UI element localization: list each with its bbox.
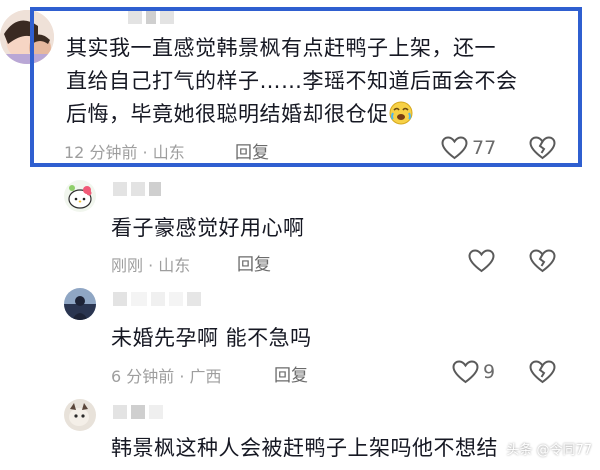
username-redacted bbox=[113, 405, 163, 419]
comment-text: 看子豪感觉好用心啊 bbox=[111, 216, 305, 240]
reply-button[interactable]: 回复 bbox=[237, 250, 271, 275]
comment-meta: 6 分钟前 · 广西 bbox=[111, 367, 222, 386]
avatar-image bbox=[64, 288, 96, 320]
reply-button[interactable]: 回复 bbox=[274, 361, 308, 386]
username-redacted bbox=[113, 182, 161, 196]
like-count: 9 bbox=[483, 361, 496, 383]
highlight-box bbox=[30, 7, 582, 167]
watermark: 头条 @令同77 bbox=[506, 443, 592, 458]
dislike-button[interactable] bbox=[529, 360, 556, 384]
broken-heart-icon bbox=[529, 249, 556, 273]
broken-heart-icon bbox=[529, 360, 556, 384]
comment-text: 未婚先孕啊 能不急吗 bbox=[111, 326, 312, 350]
username-redacted bbox=[113, 292, 201, 306]
avatar[interactable] bbox=[64, 288, 96, 320]
like-button[interactable] bbox=[468, 249, 495, 273]
avatar-image bbox=[64, 399, 96, 431]
avatar[interactable] bbox=[64, 399, 96, 431]
like-button[interactable]: 9 bbox=[452, 360, 495, 384]
comment-list: 其实我一直感觉韩景枫有点赶鸭子上架，还一 直给自己打气的样子……李瑶不知道后面会… bbox=[0, 0, 600, 470]
avatar[interactable] bbox=[64, 180, 96, 212]
dislike-button[interactable] bbox=[529, 249, 556, 273]
comment-meta: 刚刚 · 山东 bbox=[111, 256, 191, 275]
heart-icon bbox=[468, 249, 495, 273]
heart-icon bbox=[452, 360, 479, 384]
avatar-image bbox=[64, 180, 96, 212]
